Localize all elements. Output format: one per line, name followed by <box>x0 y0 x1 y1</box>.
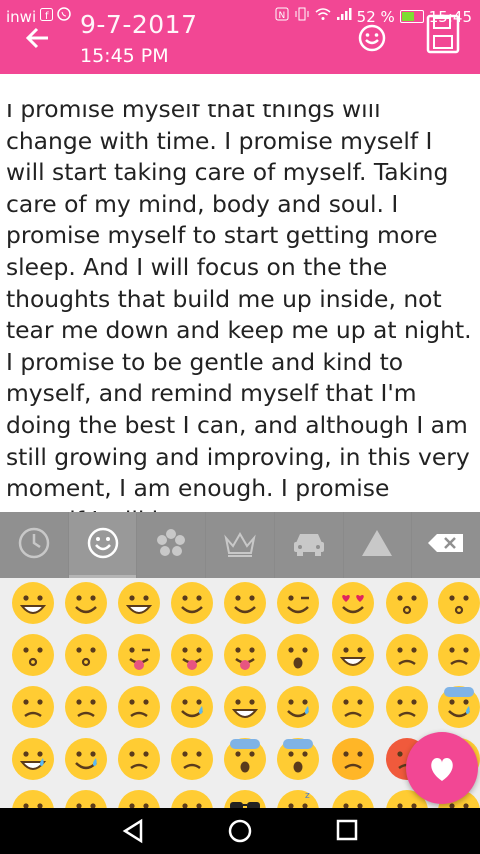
emoji-kissing[interactable] <box>10 632 56 678</box>
entry-time[interactable]: 15:45 PM <box>80 45 169 67</box>
nfc-icon: N <box>275 7 289 26</box>
wifi-icon <box>315 7 331 26</box>
emoji-sleeping[interactable]: z <box>275 788 321 808</box>
favorite-fab[interactable] <box>406 732 478 804</box>
status-bar: inwi f N 52 % 15:45 <box>0 0 480 32</box>
tab-symbols[interactable] <box>344 512 413 578</box>
tab-places[interactable] <box>275 512 344 578</box>
tab-smileys[interactable] <box>68 512 138 578</box>
smileys-icon <box>86 526 120 564</box>
facebook-icon: f <box>40 7 54 26</box>
emoji-disappointed-relieved[interactable] <box>384 684 430 730</box>
note-content[interactable]: I promise myself that things will change… <box>0 104 480 512</box>
emoji-tired-face[interactable] <box>169 736 215 782</box>
tab-backspace[interactable] <box>412 512 480 578</box>
tab-recent[interactable] <box>0 512 69 578</box>
emoji-sweat[interactable] <box>63 736 109 782</box>
system-nav-bar <box>0 808 480 854</box>
heart-icon <box>431 758 453 781</box>
crown-icon <box>222 526 258 564</box>
smiley-icon[interactable] <box>357 23 387 53</box>
emoji-wink[interactable] <box>275 580 321 626</box>
whatsapp-icon <box>57 7 71 26</box>
emoji-confounded[interactable] <box>10 788 56 808</box>
emoji-flushed[interactable] <box>275 632 321 678</box>
backspace-icon <box>427 532 465 558</box>
emoji-category-tabs <box>0 512 480 578</box>
tab-objects[interactable] <box>206 512 275 578</box>
save-icon[interactable] <box>426 14 460 54</box>
emoji-mask[interactable] <box>169 788 215 808</box>
emoji-unamused[interactable] <box>10 684 56 730</box>
carrier-label: inwi <box>6 7 37 26</box>
emoji-pensive[interactable] <box>384 632 430 678</box>
emoji-grinning[interactable] <box>116 580 162 626</box>
emoji-kissing-smiling-eyes[interactable] <box>63 632 109 678</box>
signal-icon <box>336 7 352 26</box>
recents-square-icon[interactable] <box>335 818 365 844</box>
emoji-yum[interactable] <box>116 788 162 808</box>
tab-nature[interactable] <box>137 512 207 578</box>
emoji-cry[interactable] <box>169 684 215 730</box>
back-arrow-icon[interactable] <box>24 24 54 54</box>
back-triangle-icon[interactable] <box>121 818 151 844</box>
recent-icon <box>17 526 51 564</box>
emoji-kissing-heart[interactable] <box>384 580 430 626</box>
emoji-smiley[interactable] <box>63 580 109 626</box>
emoji-fearful[interactable] <box>222 736 268 782</box>
flower-icon <box>154 526 188 564</box>
emoji-grin[interactable] <box>10 580 56 626</box>
emoji-grimacing[interactable] <box>330 632 376 678</box>
entry-date[interactable]: 9-7-2017 <box>80 10 197 39</box>
battery-icon <box>399 10 424 23</box>
emoji-blush[interactable] <box>169 580 215 626</box>
emoji-sleepy[interactable] <box>330 684 376 730</box>
emoji-stuck-out-tongue-winking-eye[interactable] <box>116 632 162 678</box>
emoji-stuck-out-tongue-closed-eyes[interactable] <box>169 632 215 678</box>
emoji-joy[interactable] <box>222 684 268 730</box>
emoji-sunglasses[interactable] <box>222 788 268 808</box>
emoji-dizzy-face[interactable] <box>330 788 376 808</box>
emoji-sob[interactable] <box>275 684 321 730</box>
emoji-sweat-smile[interactable] <box>10 736 56 782</box>
vibrate-icon <box>294 7 310 26</box>
emoji-cold-sweat[interactable] <box>436 684 480 730</box>
emoji-disappointed[interactable] <box>63 684 109 730</box>
svg-text:f: f <box>45 11 49 21</box>
emoji-angry[interactable] <box>330 736 376 782</box>
svg-text:N: N <box>278 11 285 21</box>
emoji-laughing[interactable] <box>63 788 109 808</box>
emoji-relaxed[interactable] <box>222 580 268 626</box>
emoji-kissing-closed-eyes[interactable] <box>436 580 480 626</box>
emoji-relieved[interactable] <box>436 632 480 678</box>
emoji-heart-eyes[interactable] <box>330 580 376 626</box>
note-text[interactable]: I promise myself that things will change… <box>0 104 480 512</box>
car-icon <box>291 528 327 562</box>
symbols-triangle-icon <box>360 528 394 562</box>
emoji-stuck-out-tongue[interactable] <box>222 632 268 678</box>
svg-text:z: z <box>305 791 310 801</box>
emoji-persevere[interactable] <box>116 684 162 730</box>
emoji-weary[interactable] <box>116 736 162 782</box>
emoji-scream[interactable] <box>275 736 321 782</box>
home-circle-icon[interactable] <box>227 818 257 844</box>
